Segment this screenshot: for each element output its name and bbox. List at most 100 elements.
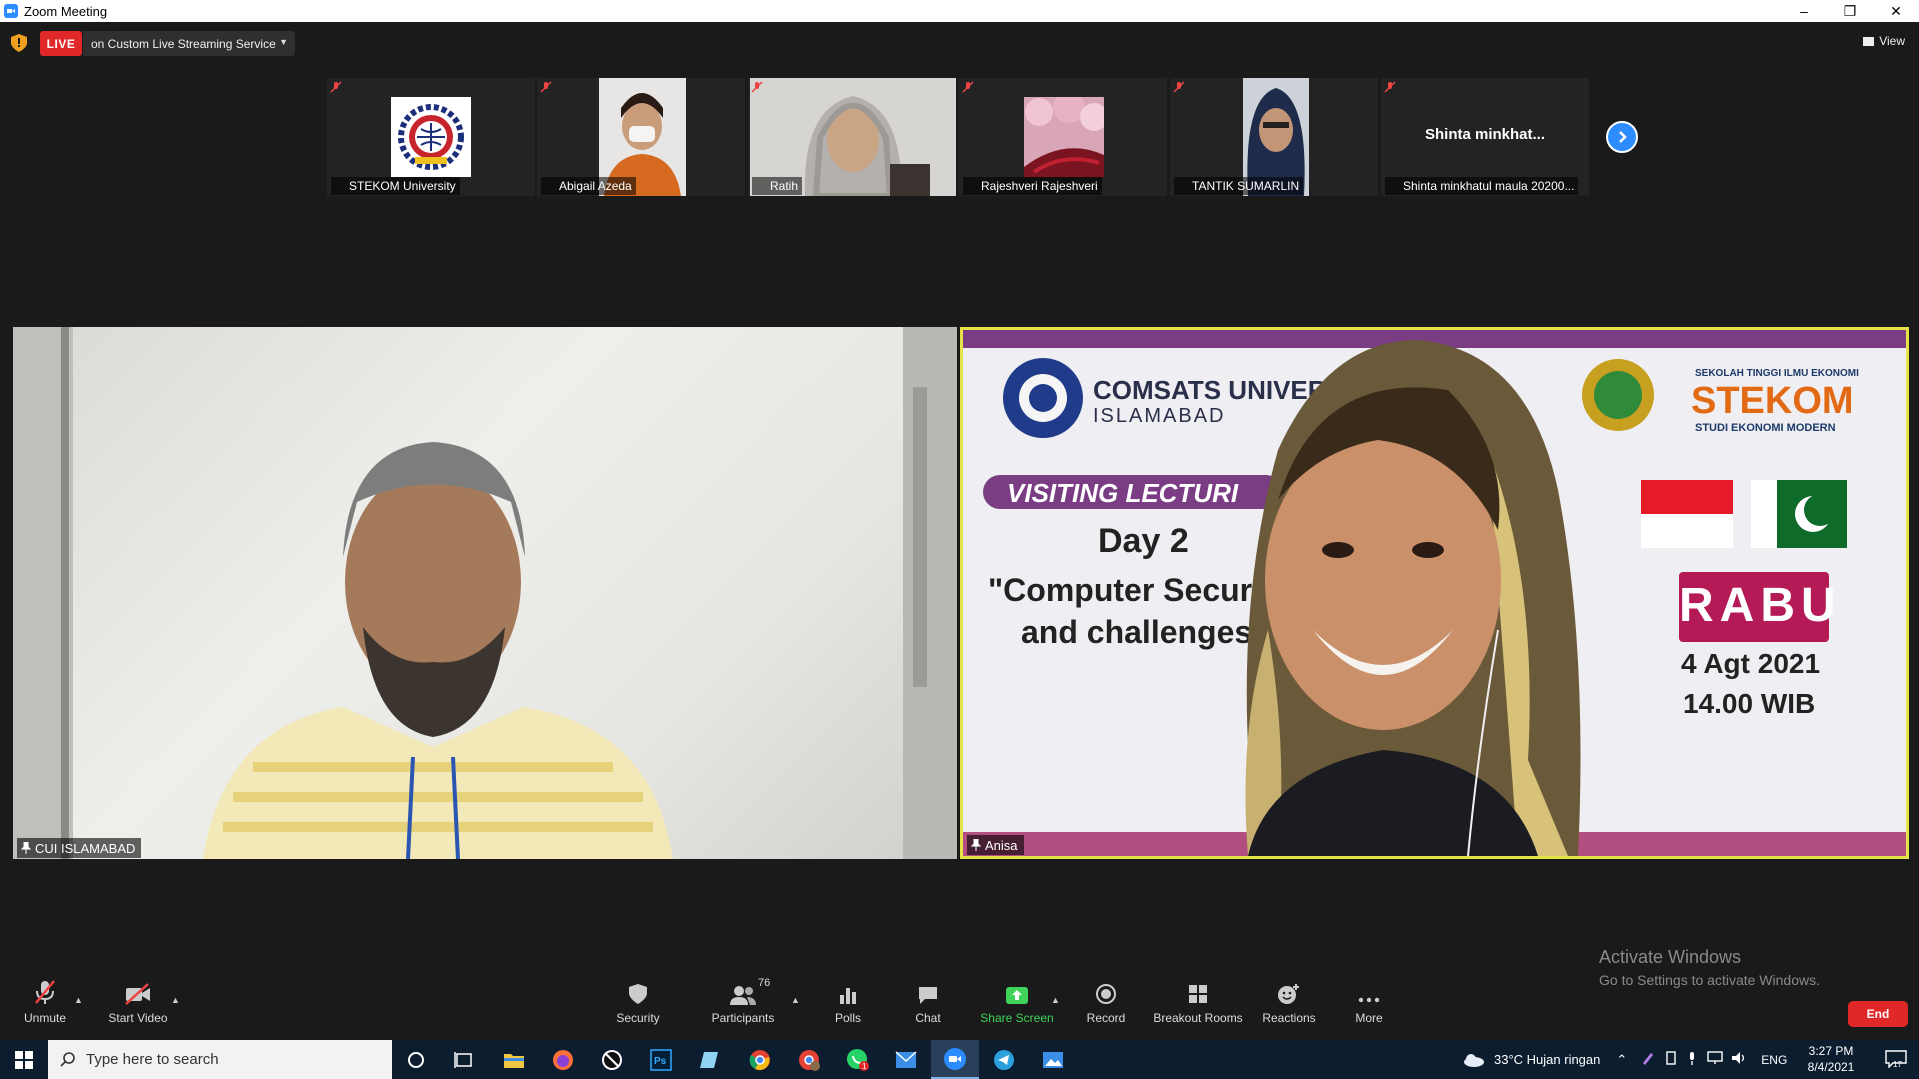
participant-thumbnail[interactable]: Ratih — [748, 78, 956, 196]
photoshop-icon[interactable]: Ps — [637, 1040, 685, 1079]
network-icon[interactable] — [1707, 1051, 1723, 1068]
system-tray: 33°C Hujan ringan ⌃ ENG — [1462, 1040, 1787, 1079]
main-video-right[interactable]: COMSATS UNIVERS ISLAMABAD SEKOLAH TINGGI… — [960, 327, 1909, 859]
taskbar-clock[interactable]: 3:27 PM 8/4/2021 — [1801, 1043, 1861, 1075]
whatsapp-icon[interactable]: 1 — [834, 1040, 882, 1079]
windows-taskbar: Type here to search Ps 1 33°C Hujan ring… — [0, 1040, 1919, 1079]
telegram-icon[interactable] — [980, 1040, 1028, 1079]
speaker-video-frame — [13, 327, 957, 859]
video-name-tag: CUI ISLAMABAD — [17, 838, 142, 858]
whatsapp-badge: 1 — [862, 1062, 867, 1071]
weather-cloud-icon[interactable] — [1462, 1052, 1486, 1068]
participant-name: Ratih — [752, 177, 803, 195]
unmute-button[interactable]: Unmute — [22, 975, 68, 1035]
video-off-icon — [125, 983, 150, 1005]
slide-stekom-sub: STUDI EKONOMI MODERN — [1695, 422, 1836, 434]
breakout-rooms-label: Breakout Rooms — [1153, 1011, 1243, 1025]
slide-islamabad: ISLAMABAD — [1093, 405, 1226, 427]
meeting-toolbar: Unmute ▲ Start Video ▲ Security Particip… — [0, 975, 1919, 1040]
encryption-shield-icon[interactable] — [11, 34, 27, 52]
minimize-icon[interactable]: – — [1781, 0, 1827, 22]
zoom-taskbar-icon[interactable] — [931, 1040, 979, 1079]
next-page-button[interactable] — [1606, 121, 1638, 153]
reactions-button[interactable]: Reactions — [1261, 975, 1317, 1035]
language-indicator[interactable]: ENG — [1761, 1053, 1787, 1067]
video-options-caret-icon[interactable]: ▲ — [171, 995, 180, 1005]
chat-button[interactable]: Chat — [910, 975, 946, 1035]
slide-stekom: STEKOM — [1691, 380, 1854, 422]
grid-view-icon — [1863, 36, 1875, 46]
mail-icon[interactable] — [882, 1040, 930, 1079]
more-dots-icon — [1358, 997, 1380, 1003]
slide-stekom-top: SEKOLAH TINGGI ILMU EKONOMI — [1695, 368, 1859, 379]
video-name: Anisa — [985, 838, 1018, 853]
close-icon[interactable]: ✕ — [1873, 0, 1919, 22]
muted-mic-icon — [330, 81, 342, 93]
view-label: View — [1879, 34, 1905, 48]
chrome-icon[interactable] — [736, 1040, 784, 1079]
chat-label: Chat — [915, 1011, 941, 1025]
photos-icon[interactable] — [1029, 1040, 1077, 1079]
pin-icon — [971, 839, 981, 851]
polls-icon — [840, 988, 856, 1004]
usb-icon[interactable] — [1665, 1051, 1677, 1068]
record-button[interactable]: Record — [1085, 975, 1127, 1035]
live-stream-service-dropdown[interactable]: on Custom Live Streaming Service ▼ — [83, 31, 295, 56]
participant-thumbnail[interactable]: Shinta minkhat... Shinta minkhatul maula… — [1381, 78, 1589, 196]
breakout-rooms-icon — [1189, 985, 1207, 1003]
end-meeting-button[interactable]: End — [1848, 1001, 1908, 1027]
chevron-right-icon — [1619, 131, 1627, 143]
task-view-icon[interactable] — [440, 1040, 488, 1079]
cortana-icon[interactable] — [392, 1040, 440, 1079]
pen-icon[interactable] — [1641, 1051, 1655, 1068]
start-button[interactable] — [0, 1040, 47, 1079]
start-video-button[interactable]: Start Video — [107, 975, 169, 1035]
clock-date: 8/4/2021 — [1807, 1060, 1855, 1074]
restore-icon[interactable]: ❐ — [1827, 0, 1873, 22]
live-badge[interactable]: LIVE — [40, 31, 82, 56]
share-screen-icon — [1006, 987, 1028, 1004]
show-hidden-icons-chevron-icon[interactable]: ⌃ — [1616, 1052, 1627, 1068]
main-video-left[interactable]: CUI ISLAMABAD — [13, 327, 957, 859]
search-placeholder: Type here to search — [86, 1051, 219, 1068]
more-button[interactable]: More — [1352, 975, 1386, 1035]
notepad-icon[interactable] — [686, 1040, 734, 1079]
participant-name: Shinta minkhatul maula 20200... — [1385, 177, 1579, 195]
svg-text:Ps: Ps — [654, 1056, 667, 1067]
chevron-down-icon: ▼ — [279, 37, 288, 47]
notification-count: 17 — [1893, 1060, 1902, 1068]
taskbar-search-box[interactable]: Type here to search — [48, 1040, 392, 1079]
live-stream-service-label: on Custom Live Streaming Service — [91, 36, 276, 51]
microphone-icon[interactable] — [1687, 1051, 1697, 1068]
participant-thumbnail[interactable]: STEKOM University — [327, 78, 535, 196]
participant-display-name: Shinta minkhat... — [1424, 126, 1545, 143]
participant-thumbnail[interactable]: Abigail Azeda — [537, 78, 745, 196]
muted-mic-icon — [1173, 81, 1185, 93]
share-options-caret-icon[interactable]: ▲ — [1051, 995, 1060, 1005]
reactions-smiley-icon — [1278, 984, 1299, 1004]
pin-icon — [21, 842, 31, 854]
inkscape-icon[interactable] — [588, 1040, 636, 1079]
audio-options-caret-icon[interactable]: ▲ — [74, 995, 83, 1005]
participant-thumbnail[interactable]: TANTIK SUMARLIN — [1170, 78, 1378, 196]
presenter-video — [1245, 340, 1581, 856]
file-explorer-icon[interactable] — [490, 1040, 538, 1079]
muted-mic-icon — [751, 81, 763, 93]
volume-icon[interactable] — [1731, 1051, 1747, 1068]
breakout-rooms-button[interactable]: Breakout Rooms — [1153, 975, 1243, 1035]
view-button[interactable]: View — [1863, 34, 1905, 48]
share-screen-button[interactable]: Share Screen — [980, 975, 1054, 1035]
action-center-icon[interactable]: 17 — [1885, 1050, 1907, 1069]
chrome-profile-icon[interactable] — [785, 1040, 833, 1079]
share-screen-label: Share Screen — [980, 1011, 1054, 1025]
polls-button[interactable]: Polls — [830, 975, 866, 1035]
weather-text[interactable]: 33°C Hujan ringan — [1494, 1052, 1600, 1067]
participants-options-caret-icon[interactable]: ▲ — [791, 995, 800, 1005]
security-button[interactable]: Security — [612, 975, 664, 1035]
firefox-icon[interactable] — [539, 1040, 587, 1079]
record-icon — [1096, 984, 1116, 1004]
muted-mic-icon — [35, 980, 55, 1004]
watermark-title: Activate Windows — [1599, 947, 1742, 967]
window-title: Zoom Meeting — [24, 3, 108, 19]
participant-thumbnail[interactable]: Rajeshveri Rajeshveri — [959, 78, 1167, 196]
